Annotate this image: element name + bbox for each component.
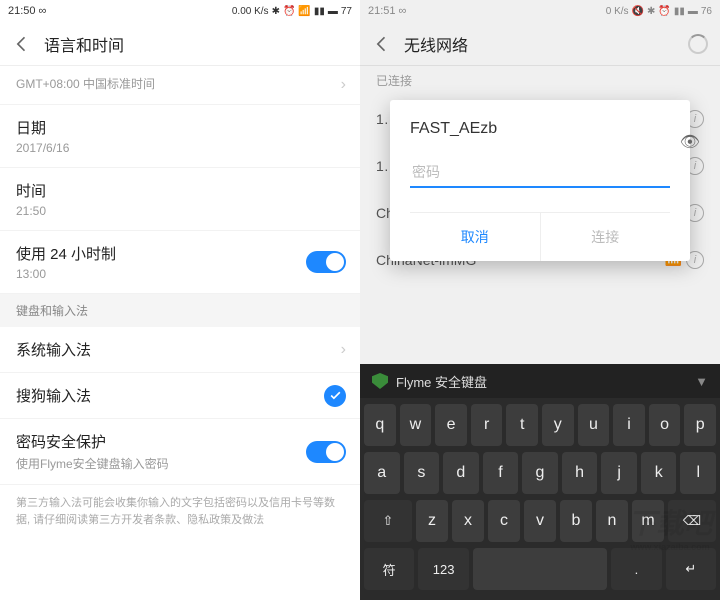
connect-button[interactable]: 连接 [541,213,671,261]
password-safe-row[interactable]: 密码安全保护 使用Flyme安全键盘输入密码 [0,419,360,485]
date-value: 2017/6/16 [16,141,344,155]
key-e[interactable]: e [435,404,467,446]
status-time: 21:50 [8,5,36,17]
status-battery: 77 [341,6,352,17]
dialog-ssid: FAST_AEzb [410,120,670,138]
key-⌫[interactable]: ⌫ [668,500,716,542]
format-24h-row[interactable]: 使用 24 小时制 13:00 [0,231,360,294]
time-row[interactable]: 时间 21:50 [0,168,360,231]
password-safe-desc: 使用Flyme安全键盘输入密码 [16,455,344,472]
system-ime-row[interactable]: 系统输入法 › [0,327,360,373]
sogou-ime-label: 搜狗输入法 [16,385,344,406]
password-safe-toggle[interactable] [306,441,346,463]
password-safe-label: 密码安全保护 [16,431,344,452]
wifi-icon: 📶 [298,6,310,17]
date-label: 日期 [16,117,344,138]
keyboard-header[interactable]: Flyme 安全键盘 ▼ [360,364,720,398]
key-j[interactable]: j [601,452,637,494]
time-label: 时间 [16,180,344,201]
secure-keyboard: Flyme 安全键盘 ▼ qwertyuiop asdfghjkl ⇧zxcvbnm… [360,364,720,600]
timezone-value: GMT+08:00 中国标准时间 [16,75,344,92]
cancel-button[interactable]: 取消 [410,213,541,261]
section-keyboard: 键盘和输入法 [0,294,360,327]
format-24h-label: 使用 24 小时制 [16,243,344,264]
format-24h-example: 13:00 [16,267,344,281]
chevron-right-icon: › [341,76,346,94]
key-v[interactable]: v [524,500,556,542]
key-x[interactable]: x [452,500,484,542]
key-h[interactable]: h [562,452,598,494]
key-space[interactable] [473,548,607,590]
key-l[interactable]: l [680,452,716,494]
key-⇧[interactable]: ⇧ [364,500,412,542]
chevron-down-icon[interactable]: ▼ [695,374,708,389]
date-row[interactable]: 日期 2017/6/16 [0,105,360,168]
bluetooth-icon: ✱ [272,6,280,17]
key-g[interactable]: g [522,452,558,494]
key-m[interactable]: m [632,500,664,542]
disclaimer-text: 第三方输入法可能会收集你输入的文字包括密码以及信用卡号等数据, 请仔细阅读第三方… [0,485,360,538]
key-num[interactable]: 123 [418,548,468,590]
check-icon[interactable] [324,385,346,407]
key-p[interactable]: p [684,404,716,446]
password-input[interactable] [410,158,670,188]
key-i[interactable]: i [613,404,645,446]
key-num[interactable]: . [611,548,661,590]
key-z[interactable]: z [416,500,448,542]
key-n[interactable]: n [596,500,628,542]
key-sym[interactable]: 符 [364,548,414,590]
key-r[interactable]: r [471,404,503,446]
key-u[interactable]: u [578,404,610,446]
signal-icon: ▮▮ [314,6,325,17]
alarm-icon: ⏰ [283,6,295,17]
time-value: 21:50 [16,204,344,218]
key-c[interactable]: c [488,500,520,542]
key-a[interactable]: a [364,452,400,494]
key-q[interactable]: q [364,404,396,446]
key-f[interactable]: f [483,452,519,494]
sogou-ime-row[interactable]: 搜狗输入法 [0,373,360,419]
shield-icon [372,373,388,389]
key-t[interactable]: t [506,404,538,446]
header: 语言和时间 [0,22,360,66]
battery-icon: ▬ [328,6,338,17]
key-enter[interactable]: ↵ [666,548,716,590]
chevron-right-icon: › [341,341,346,359]
infinity-icon: ∞ [39,5,47,17]
dialog-box: FAST_AEzb 👁 取消 连接 [390,100,690,261]
key-k[interactable]: k [641,452,677,494]
page-title: 语言和时间 [44,32,124,56]
system-ime-label: 系统输入法 [16,339,344,360]
back-icon[interactable] [12,34,32,54]
format-24h-toggle[interactable] [306,251,346,273]
status-net: 0.00 K/s [232,6,269,17]
status-bar: 21:50∞ 0.00 K/s✱⏰📶 ▮▮▬77 [0,0,360,22]
screen-language-time: 21:50∞ 0.00 K/s✱⏰📶▮▮▬77 语言和时间 GMT+08:00 … [0,0,360,600]
key-d[interactable]: d [443,452,479,494]
key-w[interactable]: w [400,404,432,446]
key-y[interactable]: y [542,404,574,446]
key-b[interactable]: b [560,500,592,542]
keyboard-title: Flyme 安全键盘 [396,372,487,391]
key-o[interactable]: o [649,404,681,446]
screen-wifi: 21:51∞ 0 K/s🔇✱⏰▮▮▬76 无线网络 已连接 1…📶 i 1…📶 … [360,0,720,600]
key-s[interactable]: s [404,452,440,494]
timezone-row[interactable]: GMT+08:00 中国标准时间 › [0,66,360,105]
eye-icon[interactable]: 👁 [680,132,700,152]
